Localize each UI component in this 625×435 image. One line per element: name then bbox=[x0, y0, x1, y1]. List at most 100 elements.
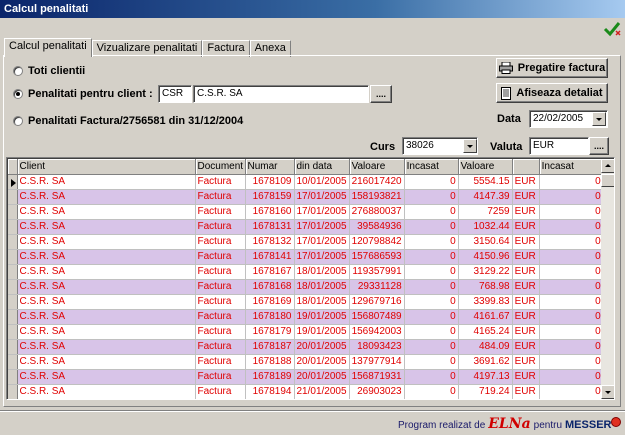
table-cell[interactable]: EUR bbox=[512, 234, 540, 250]
table-cell[interactable]: 3150.64 bbox=[458, 234, 513, 250]
table-cell[interactable]: 1678187 bbox=[245, 339, 295, 355]
table-cell[interactable]: EUR bbox=[512, 174, 540, 190]
table-cell[interactable]: 484.09 bbox=[458, 339, 513, 355]
table-cell[interactable]: 137977914 bbox=[349, 354, 405, 370]
table-cell[interactable]: EUR bbox=[512, 369, 540, 385]
client-code-field[interactable]: CSR bbox=[158, 85, 192, 103]
table-cell[interactable]: 0 bbox=[404, 189, 459, 205]
scroll-down-icon[interactable] bbox=[601, 385, 614, 399]
table-cell[interactable]: C.S.R. SA bbox=[17, 219, 196, 235]
table-cell[interactable]: C.S.R. SA bbox=[17, 234, 196, 250]
table-row[interactable]: C.S.R. SA Factura 1678168 18/01/2005 2933112… bbox=[8, 279, 604, 295]
table-cell[interactable]: 156807489 bbox=[349, 309, 405, 325]
table-cell[interactable]: 17/01/2005 bbox=[294, 219, 350, 235]
row-indicator[interactable] bbox=[8, 354, 18, 370]
table-cell[interactable]: EUR bbox=[512, 324, 540, 340]
col-valoare-valuta[interactable]: Valoare bbox=[458, 159, 513, 175]
table-cell[interactable]: Factura bbox=[195, 174, 246, 190]
row-indicator[interactable] bbox=[8, 339, 18, 355]
table-cell[interactable]: Factura bbox=[195, 399, 245, 400]
table-cell[interactable]: 10/01/2005 bbox=[294, 174, 350, 190]
table-cell[interactable]: EUR bbox=[512, 189, 540, 205]
table-cell[interactable]: 19/01/2005 bbox=[294, 324, 350, 340]
table-cell[interactable]: EUR bbox=[512, 219, 540, 235]
row-indicator[interactable] bbox=[8, 204, 18, 220]
table-row[interactable]: C.S.R. SA Factura 1678159 17/01/2005 1581938… bbox=[8, 189, 604, 205]
table-cell[interactable]: EUR bbox=[512, 294, 540, 310]
client-browse-button[interactable]: .... bbox=[370, 85, 392, 103]
table-row[interactable]: C.S.R. SA Factura 1678180 19/01/2005 1568074… bbox=[8, 309, 604, 325]
table-cell[interactable]: 0 bbox=[539, 249, 604, 265]
col-incasat[interactable]: Incasat bbox=[404, 159, 459, 175]
table-cell[interactable]: C.S.R. SA bbox=[17, 384, 196, 399]
row-indicator[interactable] bbox=[8, 234, 18, 250]
row-indicator[interactable] bbox=[8, 279, 18, 295]
valuta-field[interactable]: EUR bbox=[529, 137, 589, 155]
table-cell[interactable]: Factura bbox=[195, 204, 246, 220]
table-cell[interactable]: 18/01/2005 bbox=[294, 279, 350, 295]
client-name-field[interactable]: C.S.R. SA bbox=[193, 85, 369, 103]
table-cell[interactable] bbox=[404, 399, 458, 400]
table-cell[interactable]: 17/01/2005 bbox=[294, 249, 350, 265]
table-cell[interactable]: C.S.R. SA bbox=[17, 174, 196, 190]
table-cell[interactable]: 1678132 bbox=[245, 234, 295, 250]
table-cell[interactable]: 1032.44 bbox=[458, 219, 513, 235]
table-cell[interactable]: EUR bbox=[512, 249, 540, 265]
table-cell[interactable]: 0 bbox=[404, 264, 459, 280]
table-cell[interactable]: 17/01/2005 bbox=[294, 204, 350, 220]
table-cell[interactable]: 158193821 bbox=[349, 189, 405, 205]
table-row[interactable]: C.S.R. SA Factura 1678169 18/01/2005 1296797… bbox=[8, 294, 604, 310]
table-cell[interactable]: C.S.R. SA bbox=[17, 249, 196, 265]
table-cell[interactable]: C.S.R. SA bbox=[17, 309, 196, 325]
table-row[interactable]: C.S.R. SA Factura 1678179 19/01/2005 1569420… bbox=[8, 324, 604, 340]
row-indicator[interactable] bbox=[8, 174, 18, 190]
table-cell[interactable]: 768.98 bbox=[458, 279, 513, 295]
table-row[interactable]: C.S.R. SA Factura 1678109 10/01/2005 2160174… bbox=[8, 174, 604, 190]
vertical-scrollbar[interactable] bbox=[601, 159, 614, 399]
table-cell[interactable]: 0 bbox=[539, 294, 604, 310]
row-indicator[interactable] bbox=[8, 249, 18, 265]
table-cell[interactable]: EUR bbox=[512, 354, 540, 370]
table-cell[interactable]: 0 bbox=[404, 354, 459, 370]
table-cell[interactable]: 0 bbox=[539, 279, 604, 295]
table-row[interactable]: C.S.R. SA Factura 1678167 18/01/2005 1193579… bbox=[8, 264, 604, 280]
table-cell[interactable]: 39584936 bbox=[349, 219, 405, 235]
col-document[interactable]: Document bbox=[195, 159, 246, 175]
table-cell[interactable]: 3399.83 bbox=[458, 294, 513, 310]
table-cell[interactable]: 0 bbox=[404, 279, 459, 295]
table-cell[interactable]: 0 bbox=[404, 249, 459, 265]
table-cell[interactable]: 4197.13 bbox=[458, 369, 513, 385]
table-cell[interactable]: C.S.R. SA bbox=[17, 294, 196, 310]
invoice-grid[interactable]: Client Document Numar din data Valoare I… bbox=[6, 157, 615, 400]
row-indicator[interactable] bbox=[8, 219, 18, 235]
table-cell[interactable]: 4150.96 bbox=[458, 249, 513, 265]
table-cell[interactable]: 4161.67 bbox=[458, 309, 513, 325]
table-cell[interactable]: 0 bbox=[404, 174, 459, 190]
table-cell[interactable]: 0 bbox=[539, 174, 604, 190]
valuta-browse-button[interactable]: .... bbox=[589, 137, 609, 155]
table-cell[interactable]: 129679716 bbox=[349, 294, 405, 310]
table-cell[interactable]: 156871931 bbox=[349, 369, 405, 385]
table-cell[interactable]: 1678131 bbox=[245, 219, 295, 235]
table-cell[interactable] bbox=[245, 399, 294, 400]
table-cell[interactable]: 156942003 bbox=[349, 324, 405, 340]
table-cell[interactable]: 19/01/2005 bbox=[294, 309, 350, 325]
table-cell[interactable]: 0 bbox=[404, 339, 459, 355]
row-indicator[interactable] bbox=[8, 309, 18, 325]
table-cell[interactable]: 20/01/2005 bbox=[294, 354, 350, 370]
table-cell[interactable] bbox=[512, 399, 539, 400]
table-cell[interactable]: EUR bbox=[512, 384, 540, 399]
invoice-radio[interactable] bbox=[13, 116, 23, 126]
table-cell[interactable]: Factura bbox=[195, 339, 246, 355]
table-cell[interactable]: 276880037 bbox=[349, 204, 405, 220]
row-indicator[interactable] bbox=[8, 264, 18, 280]
table-cell[interactable]: C.S.R. SA bbox=[17, 204, 196, 220]
power-icon[interactable] bbox=[611, 417, 621, 427]
curs-dropdown-icon[interactable] bbox=[463, 139, 477, 153]
table-cell[interactable]: 1678189 bbox=[245, 369, 295, 385]
table-row[interactable]: C.S.R. SA Factura 1678131 17/01/2005 3958493… bbox=[8, 219, 604, 235]
table-cell[interactable]: 0 bbox=[539, 264, 604, 280]
table-cell[interactable]: 1678188 bbox=[245, 354, 295, 370]
table-cell[interactable]: 0 bbox=[404, 309, 459, 325]
table-cell[interactable]: 0 bbox=[539, 324, 604, 340]
